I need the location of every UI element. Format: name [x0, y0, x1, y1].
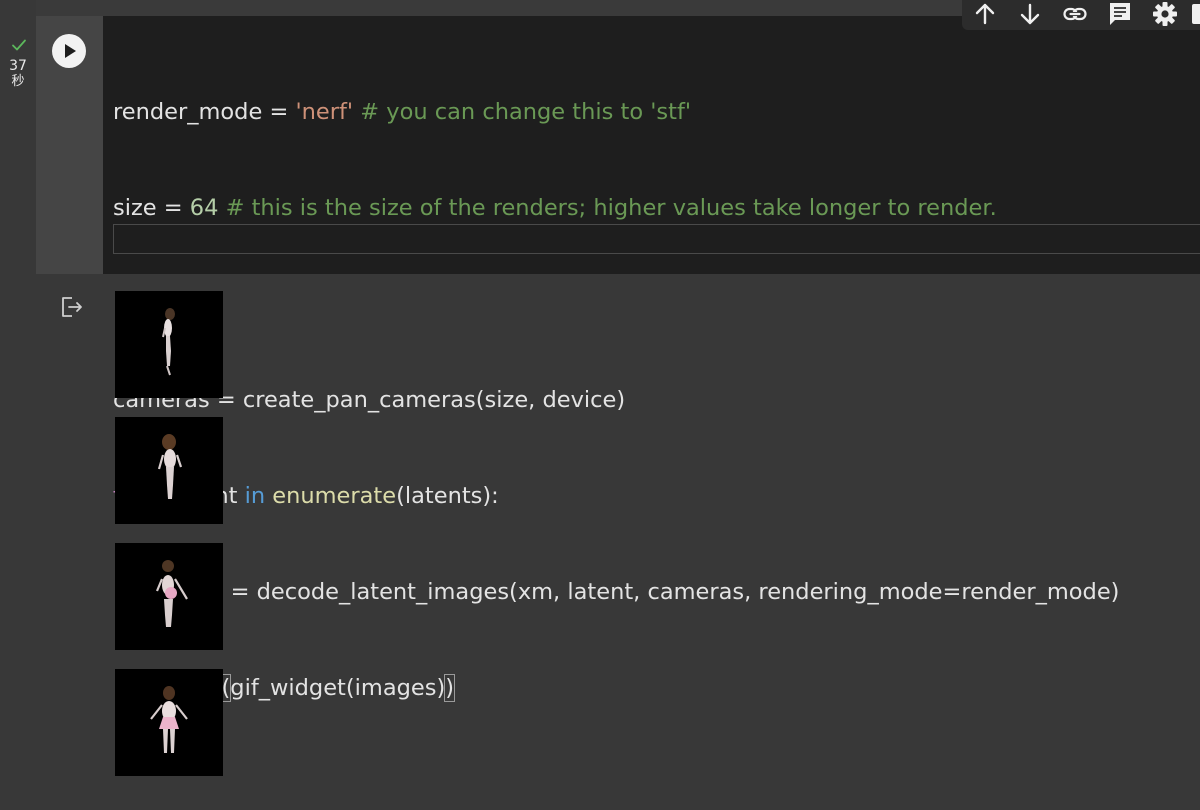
code-token-keyword: in [244, 483, 266, 509]
render-gif-2 [115, 417, 223, 524]
code-token-number: 64 [189, 195, 219, 221]
code-token: gif_widget(images) [230, 675, 446, 701]
panel-icon [1192, 4, 1200, 24]
gear-icon [1153, 2, 1177, 26]
panel-button[interactable] [1190, 1, 1200, 27]
render-gif-4 [115, 669, 223, 776]
notebook-page: 37 秒 render_mode = 'nerf' # you can chan… [0, 0, 1200, 810]
figure-render [150, 686, 188, 753]
duration-unit: 秒 [11, 74, 25, 89]
code-block[interactable]: render_mode = 'nerf' # you can change th… [113, 32, 1119, 768]
cell-settings-button[interactable] [1150, 1, 1178, 27]
code-line: cameras = create_pan_cameras(size, devic… [113, 384, 1119, 416]
code-token-function: enumerate [272, 483, 397, 509]
add-comment-button[interactable] [1105, 1, 1133, 27]
cell-gutter: 37 秒 [0, 0, 36, 810]
check-icon [12, 39, 26, 51]
code-token-comment: # you can change this to 'stf' [353, 99, 692, 125]
code-token: (latents): [396, 483, 499, 509]
arrow-down-icon [1020, 3, 1040, 25]
comment-icon [1110, 3, 1130, 25]
run-area [36, 16, 103, 274]
cell-toolbar [962, 0, 1200, 30]
figure-render [162, 308, 175, 376]
link-icon [1063, 7, 1087, 21]
render-gif-1 [115, 291, 223, 398]
code-line: images = decode_latent_images(xm, latent… [113, 576, 1120, 608]
code-line: size = 64 # this is the size of the rend… [113, 192, 1119, 224]
code-line-empty [113, 288, 1119, 320]
code-token: images = decode_latent_images(xm, latent… [113, 579, 1120, 605]
code-token: render_mode = [113, 99, 296, 125]
cell-input: render_mode = 'nerf' # you can change th… [36, 16, 1200, 702]
move-cell-up-button[interactable] [970, 1, 998, 27]
play-icon [65, 44, 76, 58]
figure-render [155, 560, 188, 627]
copy-link-button[interactable] [1060, 1, 1088, 27]
code-token-comment: # this is the size of the renders; highe… [218, 195, 997, 221]
output-redirect-icon[interactable] [60, 296, 84, 318]
figure-render [157, 434, 183, 499]
duration-value: 37 [9, 58, 27, 74]
execution-duration: 37 秒 [0, 58, 36, 90]
code-token-string: 'nerf' [295, 99, 354, 125]
code-line: display(gif_widget(images)) [113, 672, 1119, 704]
arrow-up-icon [975, 3, 995, 25]
code-line: render_mode = 'nerf' # you can change th… [113, 96, 1119, 128]
run-cell-button[interactable] [52, 34, 86, 68]
code-token: size = [113, 195, 190, 221]
matched-bracket: ) [444, 674, 456, 702]
code-line: for i, latent in enumerate(latents): [113, 480, 1119, 512]
code-editor[interactable]: render_mode = 'nerf' # you can change th… [103, 16, 1200, 702]
render-gif-3 [115, 543, 223, 650]
move-cell-down-button[interactable] [1015, 1, 1043, 27]
